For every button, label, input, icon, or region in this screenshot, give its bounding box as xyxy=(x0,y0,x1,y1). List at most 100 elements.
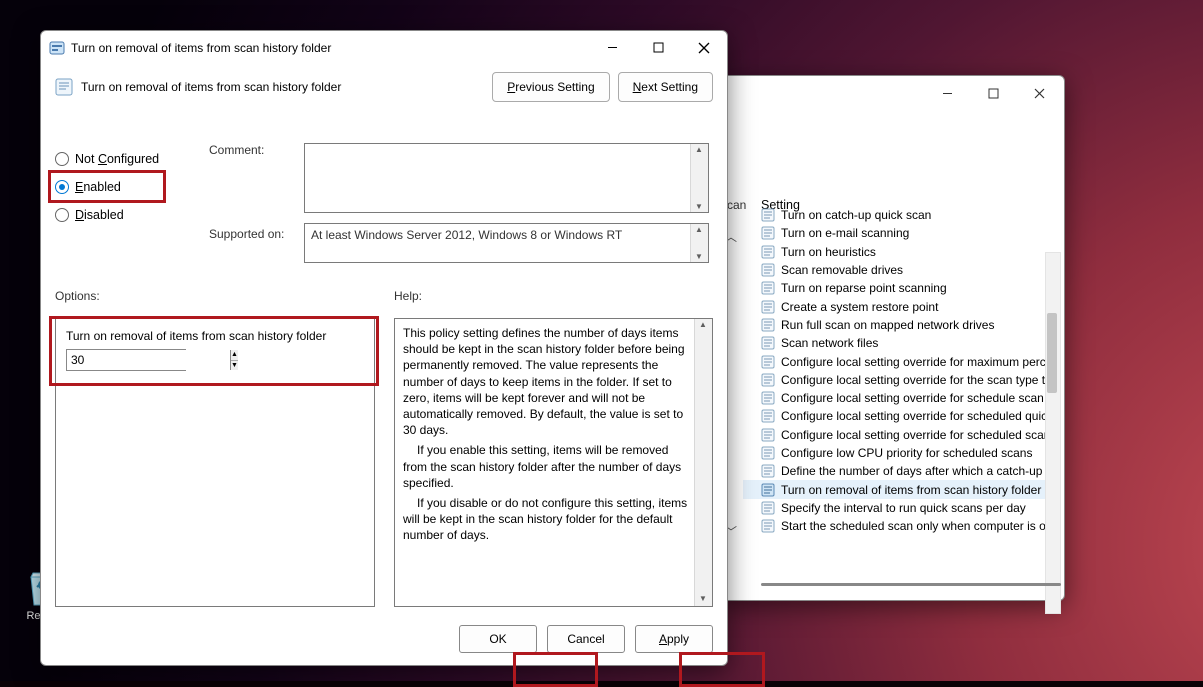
days-input[interactable] xyxy=(67,350,230,370)
scroll-up-icon: ▲ xyxy=(695,225,703,234)
gp-setting-item[interactable]: Scan network files xyxy=(743,334,1058,352)
help-paragraph: If you disable or do not configure this … xyxy=(403,495,690,544)
help-panel: This policy setting defines the number o… xyxy=(394,318,713,607)
radio-disabled[interactable]: Disabled xyxy=(55,201,185,229)
options-label: Options: xyxy=(55,289,100,303)
policy-item-icon xyxy=(761,519,775,533)
supported-on-label: Supported on: xyxy=(209,227,284,241)
dialog-title: Turn on removal of items from scan histo… xyxy=(71,41,589,55)
vertical-scrollbar[interactable] xyxy=(1045,252,1061,614)
gp-setting-label: Configure local setting override for sch… xyxy=(781,428,1057,442)
policy-subtitle: Turn on removal of items from scan histo… xyxy=(81,80,484,94)
policy-item-icon xyxy=(761,355,775,369)
close-button[interactable] xyxy=(681,33,727,63)
vertical-scrollbar[interactable]: ▲▼ xyxy=(694,319,712,606)
radio-icon xyxy=(55,152,69,166)
policy-item-icon xyxy=(761,483,775,497)
previous-setting-button[interactable]: Previous Setting xyxy=(492,72,609,102)
gp-setting-label: Turn on heuristics xyxy=(781,245,876,259)
next-setting-button[interactable]: Next Setting xyxy=(618,72,713,102)
gp-setting-label: Start the scheduled scan only when compu… xyxy=(781,519,1058,533)
policy-item-icon xyxy=(761,391,775,405)
spinner-up-button[interactable]: ▲ xyxy=(231,350,238,361)
gp-setting-label: Configure local setting override for sch… xyxy=(781,409,1053,423)
option-description: Turn on removal of items from scan histo… xyxy=(66,329,364,343)
gp-setting-label: Run full scan on mapped network drives xyxy=(781,318,994,332)
scroll-down-icon: ▼ xyxy=(699,594,707,605)
gp-setting-item[interactable]: Configure local setting override for the… xyxy=(743,371,1058,389)
radio-icon xyxy=(55,180,69,194)
policy-item-icon xyxy=(761,501,775,515)
policy-item-icon xyxy=(761,245,775,259)
gp-setting-label: Turn on catch-up quick scan xyxy=(781,208,931,222)
gp-setting-item[interactable]: Scan removable drives xyxy=(743,261,1058,279)
gp-settings-list[interactable]: Turn on catch-up quick scan Turn on e-mai… xyxy=(743,206,1058,576)
gp-title-bar-controls xyxy=(721,76,1064,110)
maximize-button[interactable] xyxy=(970,78,1016,108)
vertical-scrollbar[interactable]: ▲▼ xyxy=(690,144,708,212)
gp-setting-item[interactable]: Start the scheduled scan only when compu… xyxy=(743,517,1058,535)
radio-icon xyxy=(55,208,69,222)
gp-setting-item[interactable]: Run full scan on mapped network drives xyxy=(743,316,1058,334)
help-label: Help: xyxy=(394,289,422,303)
policy-item-icon xyxy=(761,373,775,387)
maximize-button[interactable] xyxy=(635,33,681,63)
gp-setting-item[interactable]: Turn on reparse point scanning xyxy=(743,279,1058,297)
policy-item-icon xyxy=(761,300,775,314)
gp-setting-item[interactable]: Turn on catch-up quick scan xyxy=(743,206,1058,224)
gp-setting-label: Turn on reparse point scanning xyxy=(781,281,947,295)
days-spinner[interactable]: ▲ ▼ xyxy=(66,349,186,371)
gp-setting-label: Turn on e-mail scanning xyxy=(781,226,909,240)
policy-item-icon xyxy=(761,318,775,332)
spinner-down-button[interactable]: ▼ xyxy=(231,361,238,371)
apply-button[interactable]: Apply xyxy=(635,625,713,653)
policy-item-icon xyxy=(761,281,775,295)
gp-setting-label: Configure local setting override for the… xyxy=(781,373,1052,387)
dialog-title-bar: Turn on removal of items from scan histo… xyxy=(41,31,727,64)
close-button[interactable] xyxy=(1016,78,1062,108)
ok-button[interactable]: OK xyxy=(459,625,537,653)
help-paragraph: This policy setting defines the number o… xyxy=(403,325,690,438)
radio-label: Not Configured xyxy=(75,152,159,166)
scroll-up-icon: ▲ xyxy=(695,145,703,154)
supported-on-field: At least Windows Server 2012, Windows 8 … xyxy=(304,223,709,263)
vertical-scrollbar[interactable]: ▲▼ xyxy=(690,224,708,262)
policy-setting-dialog: Turn on removal of items from scan histo… xyxy=(40,30,728,666)
gp-setting-item[interactable]: Configure local setting override for sch… xyxy=(743,407,1058,425)
radio-enabled[interactable]: Enabled xyxy=(55,173,185,201)
options-panel: Turn on removal of items from scan histo… xyxy=(55,318,375,607)
group-policy-editor-window: can Setting ︿ ﹀ Turn on catch-up quick s… xyxy=(720,75,1065,601)
gp-setting-label: Turn on removal of items from scan histo… xyxy=(781,483,1041,497)
radio-label: Disabled xyxy=(75,208,124,222)
scrollbar-thumb[interactable] xyxy=(1047,313,1057,393)
gp-setting-item[interactable]: Create a system restore point xyxy=(743,297,1058,315)
gp-setting-item[interactable]: Specify the interval to run quick scans … xyxy=(743,499,1058,517)
gp-setting-item[interactable]: Turn on e-mail scanning xyxy=(743,224,1058,242)
gp-setting-item[interactable]: Configure low CPU priority for scheduled… xyxy=(743,444,1058,462)
comment-textarea[interactable]: ▲▼ xyxy=(304,143,709,213)
gp-setting-label: Configure low CPU priority for scheduled… xyxy=(781,446,1032,460)
radio-not-configured[interactable]: Not Configured xyxy=(55,145,185,173)
gp-setting-label: Specify the interval to run quick scans … xyxy=(781,501,1026,515)
gp-setting-item[interactable]: Turn on heuristics xyxy=(743,243,1058,261)
gp-setting-label: Configure local setting override for max… xyxy=(781,355,1052,369)
gp-setting-item[interactable]: Turn on removal of items from scan histo… xyxy=(743,480,1058,498)
radio-label: Enabled xyxy=(75,180,121,194)
gp-setting-item[interactable]: Configure local setting override for sch… xyxy=(743,389,1058,407)
horizontal-scrollbar[interactable] xyxy=(761,583,1044,593)
cancel-button[interactable]: Cancel xyxy=(547,625,625,653)
policy-app-icon xyxy=(49,40,65,56)
policy-item-icon xyxy=(55,78,73,96)
gp-setting-label: Create a system restore point xyxy=(781,300,938,314)
minimize-button[interactable] xyxy=(924,78,970,108)
policy-item-icon xyxy=(761,336,775,350)
gp-setting-item[interactable]: Define the number of days after which a … xyxy=(743,462,1058,480)
gp-setting-item[interactable]: Configure local setting override for sch… xyxy=(743,426,1058,444)
gp-setting-item[interactable]: Configure local setting override for max… xyxy=(743,352,1058,370)
minimize-button[interactable] xyxy=(589,33,635,63)
help-paragraph: If you enable this setting, items will b… xyxy=(403,442,690,491)
gp-setting-label: Configure local setting override for sch… xyxy=(781,391,1058,405)
scrollbar-thumb[interactable] xyxy=(761,583,1061,586)
policy-item-icon xyxy=(761,226,775,240)
scroll-down-icon: ▼ xyxy=(695,202,703,211)
